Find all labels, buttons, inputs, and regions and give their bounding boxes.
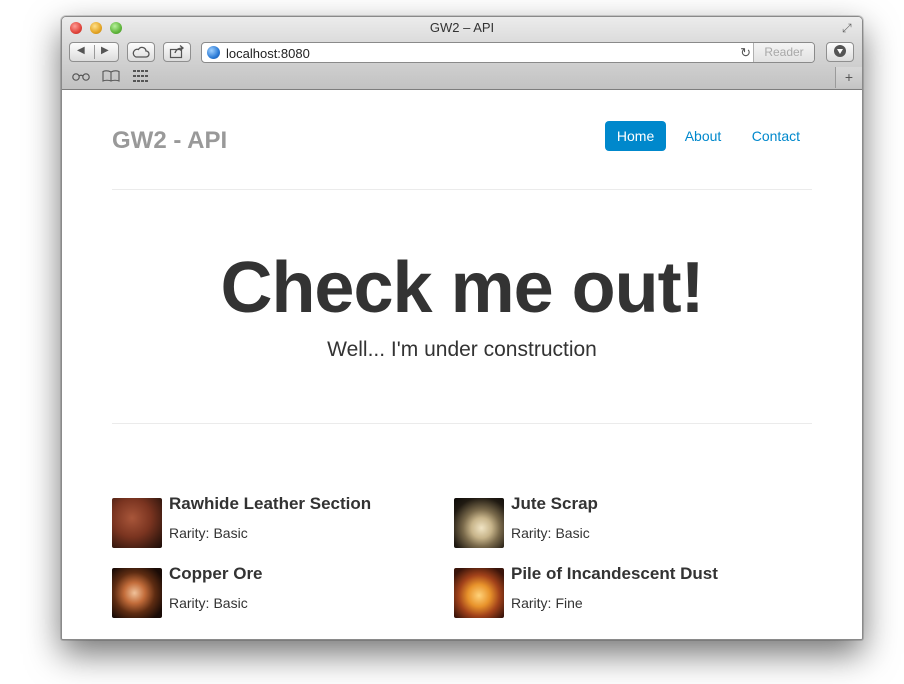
icloud-tabs-button[interactable] <box>127 42 155 62</box>
forward-icon[interactable]: ▶ <box>101 45 109 56</box>
nav-contact[interactable]: Contact <box>740 121 812 151</box>
dust-icon <box>454 568 504 618</box>
browser-toolbar: GW2 – API ⤢ ◀ ▶ localhost:8080 ↻ Reader <box>62 17 862 90</box>
nav-about[interactable]: About <box>673 121 734 151</box>
item-card[interactable]: Jute Scrap Rarity: Basic <box>454 494 784 550</box>
site-brand[interactable]: GW2 - API <box>112 127 227 155</box>
jute-icon <box>454 498 504 548</box>
item-name: Copper Ore <box>169 564 263 583</box>
address-bar[interactable]: localhost:8080 ↻ Reader <box>201 42 815 63</box>
item-name: Jute Scrap <box>511 494 598 513</box>
item-rarity: Rarity: Basic <box>511 525 590 541</box>
reading-list-icon[interactable] <box>71 71 91 81</box>
item-card[interactable]: Copper Ore Rarity: Basic <box>112 564 442 620</box>
hero-title: Check me out! <box>220 248 704 328</box>
globe-icon <box>207 46 220 59</box>
header-divider <box>112 189 812 190</box>
item-name: Rawhide Leather Section <box>169 494 372 513</box>
cloud-icon <box>132 46 150 58</box>
back-icon[interactable]: ◀ <box>77 45 85 56</box>
item-name: Pile of Incandescent Dust <box>511 564 718 583</box>
downloads-button[interactable] <box>826 42 854 62</box>
item-card[interactable]: Pile of Incandescent Dust Rarity: Fine <box>454 564 784 620</box>
back-forward-divider <box>94 45 95 59</box>
item-rarity: Rarity: Basic <box>169 525 248 541</box>
share-button[interactable] <box>163 42 191 62</box>
browser-window: GW2 – API ⤢ ◀ ▶ localhost:8080 ↻ Reader <box>61 16 863 640</box>
item-card[interactable]: Rawhide Leather Section Rarity: Basic <box>112 494 442 550</box>
copper-ore-icon <box>112 568 162 618</box>
download-icon <box>834 45 846 57</box>
url-text[interactable]: localhost:8080 <box>226 46 310 61</box>
top-sites-icon[interactable] <box>133 70 149 82</box>
share-icon <box>169 45 185 59</box>
hero-divider <box>112 423 812 424</box>
fullscreen-icon[interactable]: ⤢ <box>842 21 856 35</box>
item-rarity: Rarity: Fine <box>511 595 583 611</box>
back-forward-buttons: ◀ ▶ <box>69 42 119 62</box>
item-rarity: Rarity: Basic <box>169 595 248 611</box>
hero-subtitle: Well... I'm under construction <box>327 338 597 361</box>
new-tab-button[interactable]: + <box>835 67 862 88</box>
leather-icon <box>112 498 162 548</box>
window-title: GW2 – API <box>429 20 495 35</box>
site-nav: Home About Contact <box>603 121 812 151</box>
reload-icon[interactable]: ↻ <box>740 45 751 61</box>
reader-button[interactable]: Reader <box>753 43 814 62</box>
page-content: GW2 - API Home About Contact Check me ou… <box>62 90 862 639</box>
bookmarks-icon[interactable] <box>102 70 120 82</box>
nav-home[interactable]: Home <box>604 121 667 151</box>
